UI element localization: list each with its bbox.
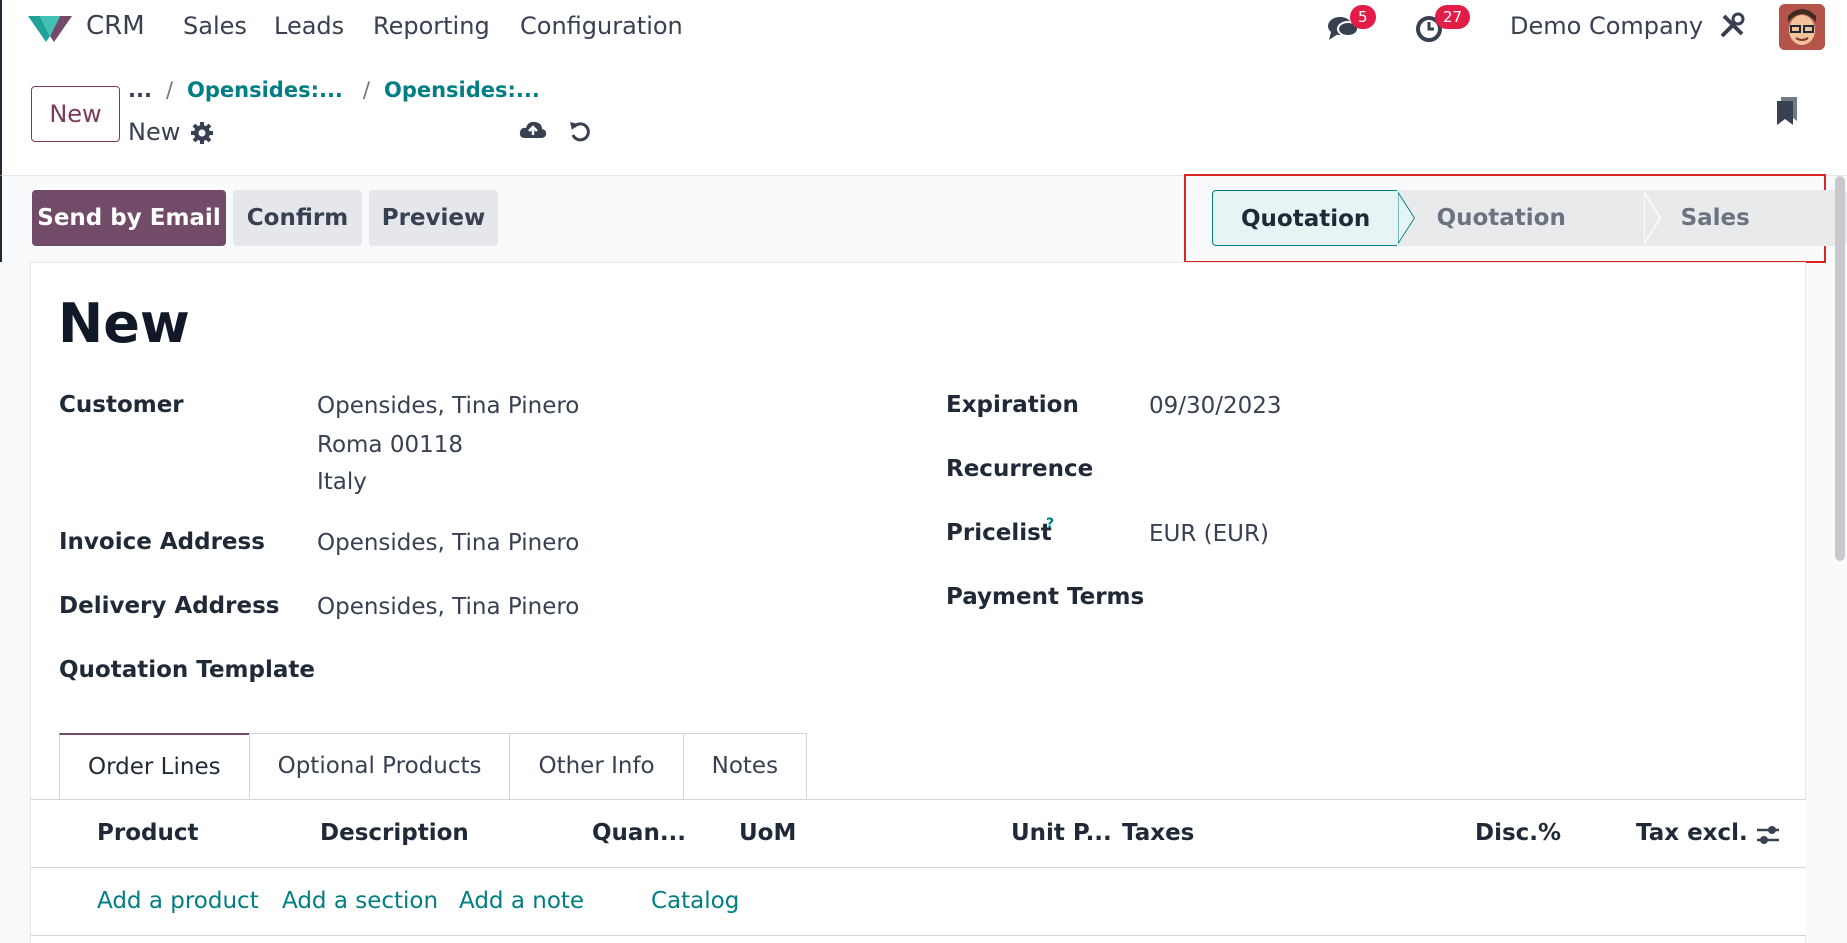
- new-record-button[interactable]: New: [31, 86, 120, 142]
- menu-sales[interactable]: Sales: [183, 12, 247, 40]
- column-unit-price[interactable]: Unit P...: [1011, 820, 1112, 846]
- stage-arrow: [1398, 191, 1416, 245]
- activities-badge: 27: [1435, 5, 1471, 29]
- tab-notes[interactable]: Notes: [682, 733, 808, 799]
- delivery-address-label: Delivery Address: [59, 593, 280, 619]
- send-by-email-button[interactable]: Send by Email: [32, 190, 226, 246]
- recurrence-label: Recurrence: [946, 456, 1094, 482]
- tab-other-info[interactable]: Other Info: [509, 733, 684, 799]
- stage-arrow: [1644, 190, 1662, 246]
- invoice-address-label: Invoice Address: [59, 529, 265, 555]
- expiration-date-field[interactable]: 09/30/2023: [1149, 393, 1282, 419]
- breadcrumb: ... / Opensides:... / Opensides:...: [128, 78, 540, 102]
- page-title: New: [58, 292, 190, 355]
- user-avatar[interactable]: [1779, 4, 1825, 50]
- stage-sales-order[interactable]: Sales Order: [1642, 190, 1847, 287]
- catalog-link[interactable]: Catalog: [651, 888, 739, 914]
- add-section-link[interactable]: Add a section: [282, 888, 438, 914]
- breadcrumb-item-1[interactable]: Opensides:...: [187, 78, 343, 102]
- crm-logo-icon[interactable]: [26, 10, 74, 44]
- page-scrollbar[interactable]: [1835, 176, 1845, 561]
- discard-undo-icon[interactable]: [568, 119, 592, 143]
- payment-terms-field[interactable]: [1149, 584, 1749, 614]
- control-panel: New ... / Opensides:... / Opensides:... …: [0, 54, 1847, 176]
- add-product-link[interactable]: Add a product: [97, 888, 259, 914]
- quotation-template-field[interactable]: [317, 657, 837, 687]
- column-taxes[interactable]: Taxes: [1122, 820, 1194, 846]
- customer-address-line: Roma 00118: [317, 432, 463, 458]
- pricelist-field[interactable]: EUR (EUR): [1149, 521, 1269, 547]
- payment-terms-label: Payment Terms: [946, 584, 1145, 610]
- menu-reporting[interactable]: Reporting: [373, 12, 490, 40]
- status-bar: Quotation Quotation Sent Sales Order: [1212, 190, 1847, 287]
- customer-label: Customer: [59, 392, 184, 418]
- tab-order-lines[interactable]: Order Lines: [59, 733, 250, 799]
- breadcrumb-separator: /: [165, 78, 174, 102]
- customer-field[interactable]: Opensides, Tina Pinero: [317, 393, 579, 419]
- column-discount[interactable]: Disc.%: [1475, 820, 1561, 846]
- add-note-link[interactable]: Add a note: [459, 888, 584, 914]
- debug-tools-icon[interactable]: [1718, 12, 1746, 40]
- quotation-template-label: Quotation Template: [59, 657, 315, 683]
- invoice-address-field[interactable]: Opensides, Tina Pinero: [317, 530, 579, 556]
- order-lines-header: Product Description Quan... UoM Unit P..…: [31, 799, 1806, 868]
- stage-quotation-sent[interactable]: Quotation Sent: [1396, 190, 1645, 287]
- optional-columns-icon[interactable]: [1755, 823, 1781, 847]
- customer-country-line: Italy: [317, 469, 367, 495]
- menu-configuration[interactable]: Configuration: [520, 12, 683, 40]
- bookmark-icon[interactable]: [1775, 95, 1799, 127]
- app-name[interactable]: CRM: [86, 11, 145, 41]
- save-cloud-icon[interactable]: [518, 118, 548, 142]
- notebook-tabs: Order Lines Optional Products Other Info…: [59, 733, 808, 799]
- order-lines-add-row: Add a product Add a section Add a note C…: [31, 868, 1806, 936]
- column-quantity[interactable]: Quan...: [592, 820, 686, 846]
- preview-button[interactable]: Preview: [369, 190, 498, 246]
- expiration-label: Expiration: [946, 392, 1079, 418]
- company-switcher[interactable]: Demo Company: [1510, 12, 1703, 40]
- column-description[interactable]: Description: [320, 820, 469, 846]
- tab-optional-products[interactable]: Optional Products: [248, 733, 511, 799]
- gear-icon[interactable]: [190, 121, 214, 145]
- breadcrumb-separator: /: [362, 78, 370, 102]
- stage-quotation[interactable]: Quotation: [1212, 190, 1400, 246]
- column-tax-excl[interactable]: Tax excl.: [1636, 820, 1748, 846]
- breadcrumb-ellipsis[interactable]: ...: [128, 78, 152, 102]
- confirm-button[interactable]: Confirm: [233, 190, 362, 246]
- menu-leads[interactable]: Leads: [274, 12, 344, 40]
- breadcrumb-item-2[interactable]: Opensides:...: [384, 78, 540, 102]
- record-name: New: [128, 118, 181, 146]
- delivery-address-field[interactable]: Opensides, Tina Pinero: [317, 594, 579, 620]
- column-uom[interactable]: UoM: [739, 820, 796, 846]
- pricelist-label: Pricelist: [946, 520, 1052, 546]
- recurrence-field[interactable]: [1149, 456, 1749, 486]
- top-navbar: CRM Sales Leads Reporting Configuration …: [0, 0, 1847, 54]
- pricelist-help-icon[interactable]: ?: [1046, 516, 1054, 532]
- messages-badge: 5: [1350, 5, 1376, 29]
- column-product[interactable]: Product: [97, 820, 198, 846]
